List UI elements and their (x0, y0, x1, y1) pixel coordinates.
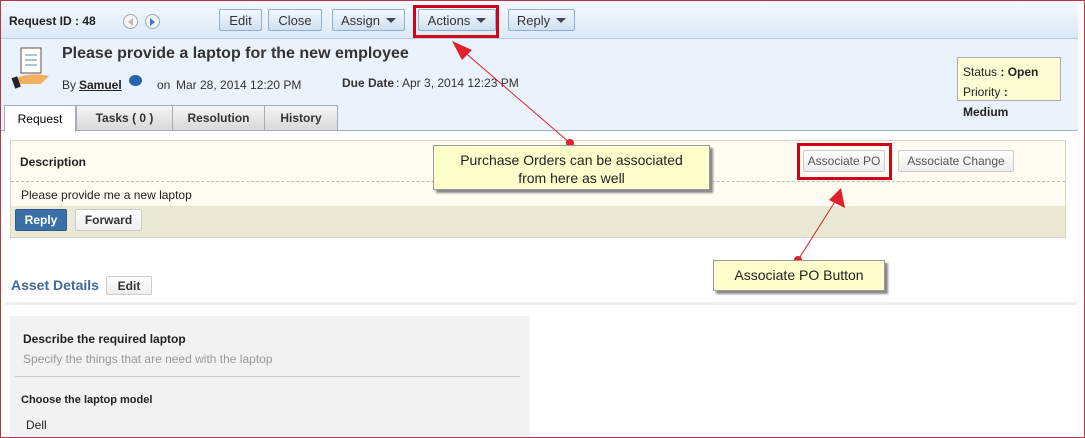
arrow-head-icon (452, 41, 472, 60)
callout-text: Associate PO Button (734, 267, 864, 283)
annotation-arrows (452, 41, 845, 264)
callout-associate-po: Associate PO Button (713, 260, 885, 291)
callout-text: from here as well (518, 170, 625, 186)
callout-purchase-orders: Purchase Orders can be associated from h… (433, 145, 710, 190)
callout-text: Purchase Orders can be associated (460, 152, 683, 168)
arrow-head-icon (829, 188, 845, 208)
